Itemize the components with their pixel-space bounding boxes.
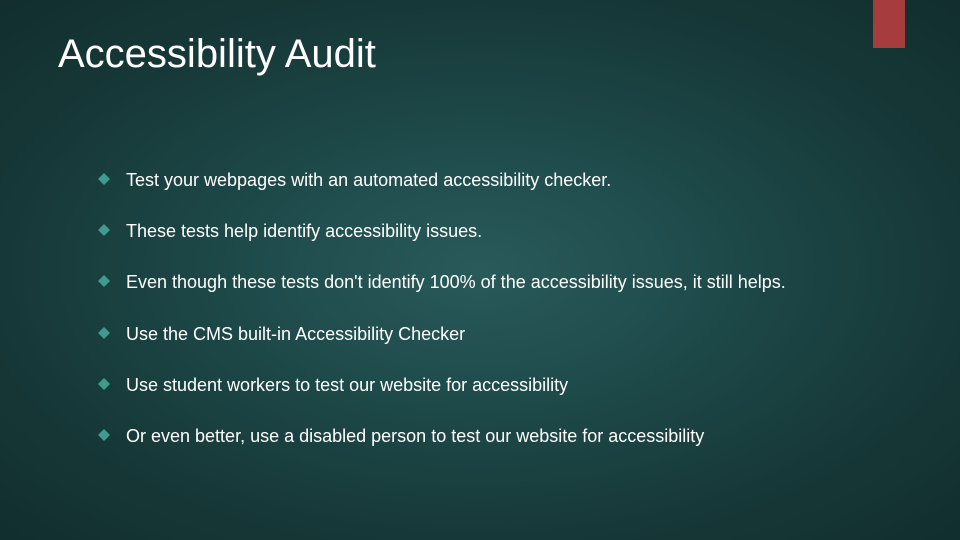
bullet-text: Test your webpages with an automated acc… — [126, 168, 870, 193]
slide-title: Accessibility Audit — [58, 32, 376, 77]
bullet-text: Or even better, use a disabled person to… — [126, 424, 870, 449]
list-item: Even though these tests don't identify 1… — [98, 270, 870, 295]
bullet-text: Use the CMS built-in Accessibility Check… — [126, 322, 870, 347]
bullet-list: Test your webpages with an automated acc… — [98, 168, 870, 475]
bullet-text: Even though these tests don't identify 1… — [126, 270, 870, 295]
list-item: Use the CMS built-in Accessibility Check… — [98, 322, 870, 347]
diamond-icon — [98, 378, 110, 390]
diamond-icon — [98, 327, 110, 339]
accent-bar — [873, 0, 905, 48]
list-item: Or even better, use a disabled person to… — [98, 424, 870, 449]
bullet-text: These tests help identify accessibility … — [126, 219, 870, 244]
bullet-text: Use student workers to test our website … — [126, 373, 870, 398]
diamond-icon — [98, 173, 110, 185]
diamond-icon — [98, 429, 110, 441]
list-item: These tests help identify accessibility … — [98, 219, 870, 244]
diamond-icon — [98, 275, 110, 287]
diamond-icon — [98, 224, 110, 236]
list-item: Use student workers to test our website … — [98, 373, 870, 398]
list-item: Test your webpages with an automated acc… — [98, 168, 870, 193]
